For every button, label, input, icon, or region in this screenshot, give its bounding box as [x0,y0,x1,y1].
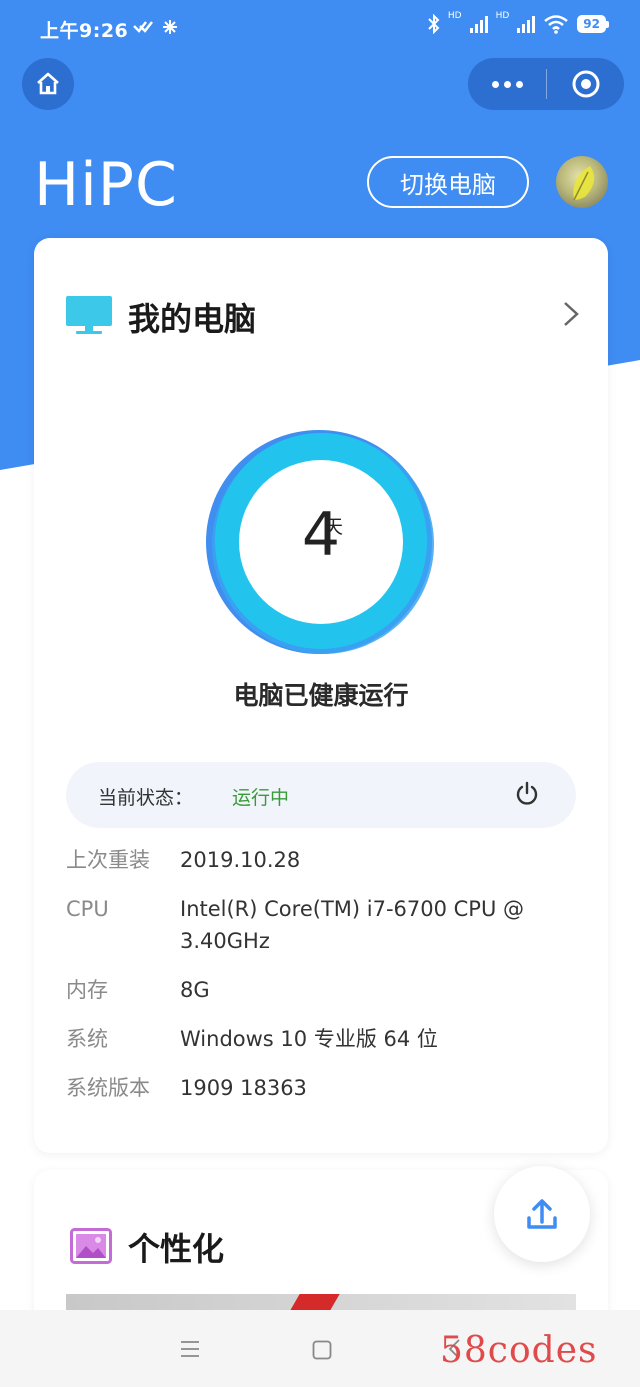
more-dot-icon [503,80,511,88]
more-dot-icon [491,80,499,88]
info-row-system: 系统 Windows 10 专业版 64 位 [66,1023,586,1055]
info-key: 系统 [66,1027,108,1051]
info-value: Windows 10 专业版 64 位 [180,1027,438,1051]
watermark: 58codes [440,1330,598,1371]
info-value: 2019.10.28 [180,848,301,872]
target-icon [572,70,599,98]
wifi-icon [544,15,569,34]
info-key: CPU [66,897,109,921]
close-miniprogram-button[interactable] [547,58,624,110]
info-row-cpu: CPU Intel(R) Core(TM) i7-6700 CPU @ 3.40… [66,893,586,957]
chevron-right-icon[interactable] [562,300,580,332]
uptime-days-value: 4 [301,500,341,570]
info-value: 8G [180,978,210,1002]
status-bar: 上午9:26 HD HD 92 [0,0,640,56]
network-label-1: HD [447,11,462,21]
uptime-ring: 4 天 [206,428,436,658]
personalization-title: 个性化 [128,1230,225,1268]
power-icon[interactable] [514,781,540,811]
my-pc-card: 我的电脑 4 天 电脑已健康运行 当前状态： 运行中 上次重装 2019.10.… [34,238,608,1153]
my-pc-title: 我的电脑 [128,300,257,338]
avatar[interactable] [556,156,608,208]
monitor-icon [66,296,112,340]
state-value: 运行中 [232,787,290,809]
battery-indicator: 92 [577,15,609,33]
bluetooth-icon [428,14,440,34]
home-icon [37,72,59,95]
state-label: 当前状态： [98,787,194,809]
uptime-days-unit: 天 [324,516,344,538]
info-key: 系统版本 [66,1076,150,1100]
info-row-reinstall: 上次重装 2019.10.28 [66,844,586,876]
notification-check-icon [133,20,177,34]
pc-info-table: 上次重装 2019.10.28 CPU Intel(R) Core(TM) i7… [66,844,586,1121]
signal-icon-1 [469,15,488,33]
switch-pc-button[interactable]: 切换电脑 [367,156,529,208]
info-value: 1909 18363 [180,1076,307,1100]
image-icon [70,1228,112,1268]
info-key: 上次重装 [66,848,150,872]
miniprogram-capsule [468,58,624,110]
status-indicators: HD HD 92 [428,11,609,34]
network-label-2: HD [495,11,510,21]
info-row-memory: 内存 8G [66,974,586,1006]
recent-apps-button[interactable] [180,1340,200,1362]
info-value: Intel(R) Core(TM) i7-6700 CPU @ 3.40GHz [180,897,525,953]
more-dot-icon [515,80,523,88]
info-key: 内存 [66,978,108,1002]
app-title: HiPC [34,150,178,220]
avatar-leaf-image [573,166,595,201]
health-status-text: 电脑已健康运行 [233,681,409,710]
info-row-version: 系统版本 1909 18363 [66,1072,586,1104]
upload-icon [527,1199,557,1229]
signal-icon-2 [517,15,536,33]
home-button[interactable] [22,58,74,110]
notification-icons [132,16,182,43]
square-icon [312,1340,332,1360]
more-options-button[interactable] [468,58,546,110]
upload-button[interactable] [494,1166,590,1262]
current-state-bar: 当前状态： 运行中 [66,762,576,828]
system-home-button[interactable] [312,1340,332,1364]
menu-icon [181,1341,199,1357]
status-time: 上午9:26 [40,20,129,42]
